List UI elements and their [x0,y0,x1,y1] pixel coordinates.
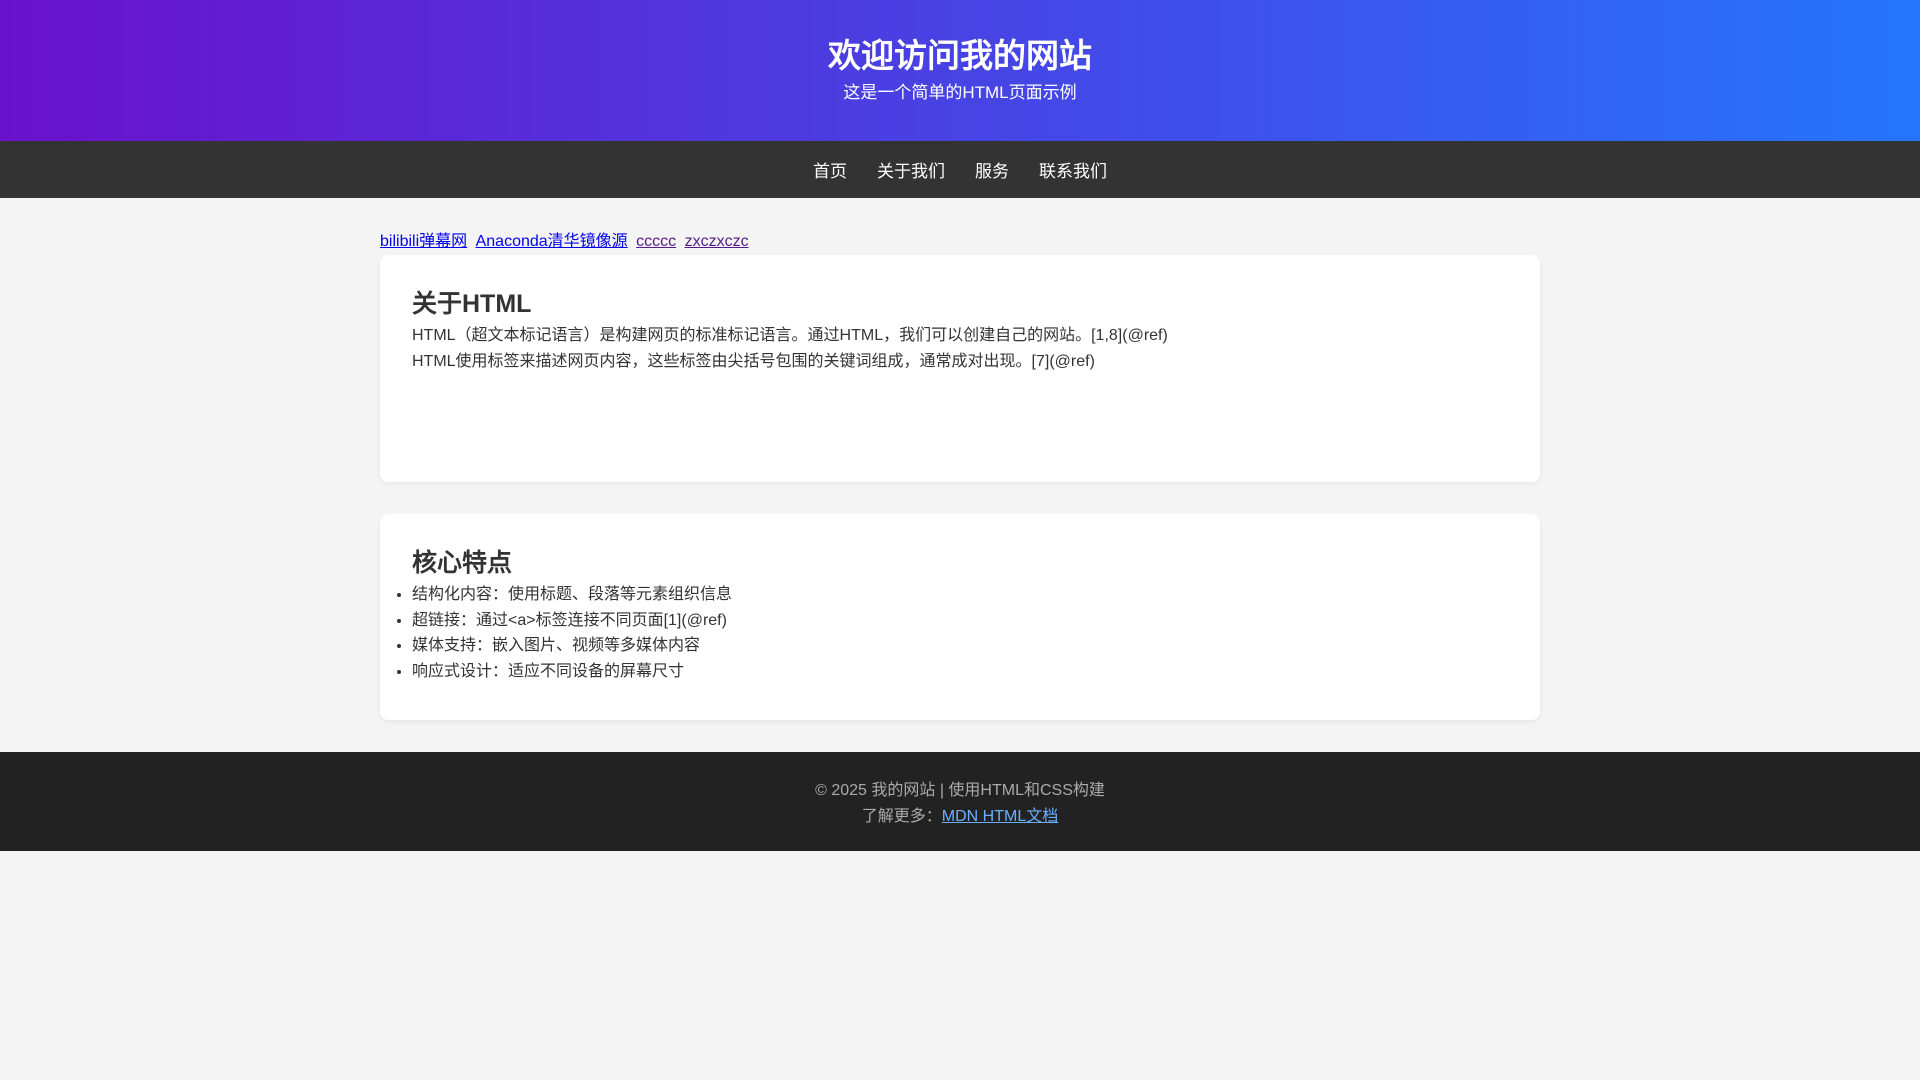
list-item: 响应式设计：适应不同设备的屏幕尺寸 [412,659,1508,685]
site-subtitle: 这是一个简单的HTML页面示例 [843,83,1077,102]
about-html-card: 关于HTML HTML（超文本标记语言）是构建网页的标准标记语言。通过HTML，… [380,255,1540,482]
list-item: 结构化内容：使用标题、段落等元素组织信息 [412,582,1508,608]
main-content: bilibili弹幕网 Anaconda清华镜像源 ccccc zxczxczc… [380,198,1540,720]
link-zxczxczc[interactable]: zxczxczc [685,233,749,250]
main-nav: 首页 关于我们 服务 联系我们 [0,141,1920,198]
features-list: 结构化内容：使用标题、段落等元素组织信息 超链接：通过<a>标签连接不同页面[1… [412,582,1508,684]
site-footer: © 2025 我的网站 | 使用HTML和CSS构建 了解更多：MDN HTML… [0,752,1920,851]
nav-item-home[interactable]: 首页 [813,157,847,182]
footer-learn-more: 了解更多：MDN HTML文档 [0,804,1920,830]
footer-copyright: © 2025 我的网站 | 使用HTML和CSS构建 [815,782,1105,799]
link-anaconda-mirror[interactable]: Anaconda清华镜像源 [476,233,628,250]
features-card: 核心特点 结构化内容：使用标题、段落等元素组织信息 超链接：通过<a>标签连接不… [380,514,1540,720]
mdn-html-docs-link[interactable]: MDN HTML文档 [942,808,1058,825]
link-bilibili[interactable]: bilibili弹幕网 [380,233,467,250]
about-html-title: 关于HTML [412,290,532,318]
nav-item-services[interactable]: 服务 [975,157,1009,182]
list-item: 超链接：通过<a>标签连接不同页面[1](@ref) [412,608,1508,634]
list-item: 媒体支持：嵌入图片、视频等多媒体内容 [412,633,1508,659]
site-header: 欢迎访问我的网站 这是一个简单的HTML页面示例 [0,0,1920,141]
nav-item-about[interactable]: 关于我们 [877,157,945,182]
about-paragraph: HTML使用标签来描述网页内容，这些标签由尖括号包围的关键词组成，通常成对出现。… [412,353,1095,370]
link-ccccc[interactable]: ccccc [636,233,676,250]
site-title: 欢迎访问我的网站 [828,37,1092,74]
features-title: 核心特点 [412,549,513,577]
footer-learn-more-prefix: 了解更多： [861,808,942,825]
nav-item-contact[interactable]: 联系我们 [1039,157,1107,182]
about-paragraph: HTML（超文本标记语言）是构建网页的标准标记语言。通过HTML，我们可以创建自… [412,327,1168,344]
quick-links: bilibili弹幕网 Anaconda清华镜像源 ccccc zxczxczc [380,232,1540,255]
